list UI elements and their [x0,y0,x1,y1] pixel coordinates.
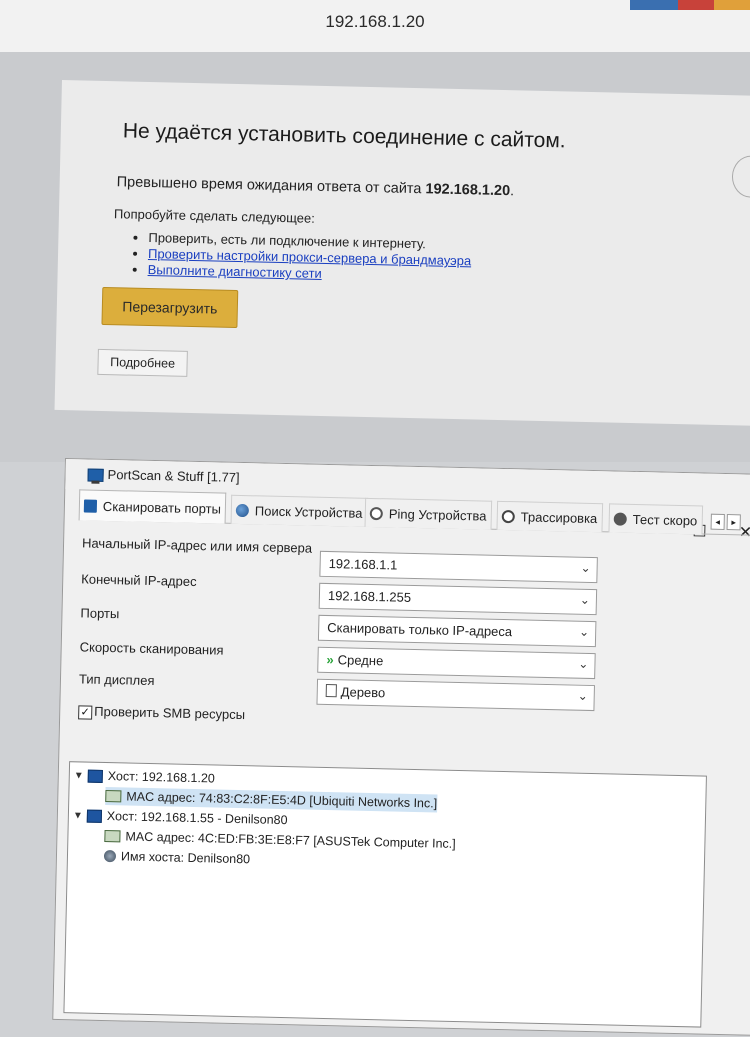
start-ip-value[interactable]: 192.168.1.1 [329,556,398,573]
browser-top-bar: 192.168.1.20 [0,0,750,52]
network-card-icon [104,829,121,843]
trace-icon [501,509,515,523]
connection-error-page: Не удаётся установить соединение с сайто… [54,80,750,426]
scan-speed-combo[interactable]: » Средне ⌄ [317,646,596,680]
chevron-down-icon[interactable]: ⌄ [580,561,590,575]
start-ip-label: Начальный IP-адрес или имя сервера [81,535,313,556]
speed-arrows-icon: » [326,651,334,668]
tab-find-device[interactable]: Поиск Устройства [230,494,368,527]
error-desc-host: 192.168.1.20 [425,181,511,200]
display-type-label: Тип дисплея [78,671,155,689]
chevron-down-icon[interactable]: ▼ [74,770,88,781]
start-ip-combo[interactable]: 192.168.1.1 ⌄ [319,550,598,584]
monitor-icon [83,498,98,513]
end-ip-value[interactable]: 192.168.1.255 [328,588,411,605]
smb-label[interactable]: Проверить SMB ресурсы [94,704,245,722]
tab-scan-ports[interactable]: Сканировать порты [78,489,227,524]
details-button[interactable]: Подробнее [97,348,188,377]
display-type-value[interactable]: Дерево [341,684,386,700]
ports-combo[interactable]: Сканировать только IP-адреса ⌄ [317,614,597,648]
window-title: PortScan & Stuff [1.77] [107,466,240,485]
ports-label: Порты [80,605,120,622]
portscan-window: PortScan & Stuff [1.77] — ☐ ✕ Сканироват… [52,458,750,1037]
extension-circle-icon[interactable] [731,155,750,199]
tree-row-host-1[interactable]: ▼ Хост: 192.168.1.20 [74,766,215,787]
page-url[interactable]: 192.168.1.20 [0,12,750,32]
error-desc-prefix: Превышено время ожидания ответа от сайта [116,174,426,198]
try-following-text: Попробуйте сделать следующее: [113,206,315,226]
scan-speed-label: Скорость сканирования [79,639,224,658]
scan-speed-value[interactable]: Средне [338,652,384,668]
error-desc-suffix: . [509,183,515,200]
host-computer-icon [86,809,103,823]
end-ip-combo[interactable]: 192.168.1.255 ⌄ [318,582,598,616]
error-description: Превышено время ожидания ответа от сайта… [117,174,515,199]
host-computer-icon [87,769,103,783]
suggestion-list: Проверить, есть ли подключение к интерне… [128,230,472,286]
tab-scroll-right-icon[interactable]: ▸ [726,514,741,531]
display-type-combo[interactable]: Дерево ⌄ [316,678,595,712]
hostname-globe-icon [103,849,117,863]
tab-scroll-left-icon[interactable]: ◂ [710,513,725,530]
error-title: Не удаётся установить соединение с сайто… [122,119,566,153]
tab-speed-test[interactable]: Тест скоро [608,503,703,535]
chevron-down-icon[interactable]: ⌄ [578,689,588,703]
end-ip-label: Конечный IP-адрес [81,571,197,590]
taskbar-corner [630,0,750,10]
tree-row-host-2[interactable]: ▼ Хост: 192.168.1.55 - Denilson80 [73,806,288,829]
reload-button[interactable]: Перезагрузить [101,286,239,329]
ping-icon [369,506,383,520]
tree-view-icon [325,683,337,698]
tab-ping-device[interactable]: Ping Устройства [364,497,492,530]
smb-checkbox[interactable]: ✓ [78,705,93,720]
chevron-down-icon[interactable]: ⌄ [580,593,590,607]
chevron-down-icon[interactable]: ▼ [73,810,87,821]
speedtest-icon [613,511,627,526]
tree-row-hostname-2[interactable]: Имя хоста: Denilson80 [103,847,251,868]
ports-value[interactable]: Сканировать только IP-адреса [327,620,512,639]
network-card-icon [105,790,122,803]
chevron-down-icon[interactable]: ⌄ [579,625,589,639]
tab-traceroute[interactable]: Трассировка [496,500,603,533]
globe-icon [235,503,250,517]
chevron-down-icon[interactable]: ⌄ [578,657,588,671]
app-monitor-icon [87,468,104,482]
results-tree[interactable]: ▼ Хост: 192.168.1.20 MAC адрес: 74:83:C2… [63,761,707,1028]
